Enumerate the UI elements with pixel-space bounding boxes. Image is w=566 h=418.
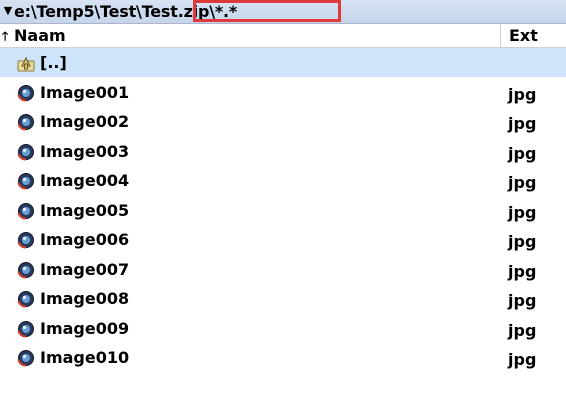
file-ext: jpg <box>508 232 537 251</box>
file-ext: jpg <box>508 173 537 192</box>
file-row[interactable]: Image002 jpg <box>0 107 566 136</box>
file-ext: jpg <box>508 144 537 163</box>
file-name: Image008 <box>40 289 130 308</box>
image-file-icon <box>17 144 34 161</box>
column-header: 🡑 Naam Ext <box>0 24 566 48</box>
file-row[interactable]: Image004 jpg <box>0 166 566 195</box>
image-file-icon <box>17 173 34 190</box>
file-ext: jpg <box>508 262 537 281</box>
image-file-icon <box>17 291 34 308</box>
file-ext: jpg <box>508 321 537 340</box>
file-row[interactable]: Image005 jpg <box>0 196 566 225</box>
file-row[interactable]: Image007 jpg <box>0 255 566 284</box>
folder-up-icon <box>17 56 35 72</box>
parent-folder-row[interactable]: [..] <box>0 48 566 77</box>
image-file-icon <box>17 232 34 249</box>
file-name: Image003 <box>40 142 130 161</box>
file-name: Image004 <box>40 171 130 190</box>
chevron-down-icon[interactable]: ▼ <box>1 3 15 19</box>
parent-folder-label: [..] <box>40 53 67 72</box>
current-path: e:\Temp5\Test\Test.zip\*.* <box>14 2 238 21</box>
file-name: Image001 <box>40 83 130 102</box>
file-name: Image010 <box>40 348 130 367</box>
column-divider[interactable] <box>500 24 501 47</box>
image-file-icon <box>17 262 34 279</box>
file-row[interactable]: Image010 jpg <box>0 343 566 372</box>
file-ext: jpg <box>508 114 537 133</box>
file-row[interactable]: Image009 jpg <box>0 314 566 343</box>
file-ext: jpg <box>508 350 537 369</box>
file-ext: jpg <box>508 291 537 310</box>
sort-up-arrow-icon: 🡑 <box>2 29 9 43</box>
file-row[interactable]: Image003 jpg <box>0 137 566 166</box>
column-ext-header[interactable]: Ext <box>509 26 538 46</box>
file-row[interactable]: Image006 jpg <box>0 225 566 254</box>
column-name-header[interactable]: Naam <box>14 26 66 46</box>
image-file-icon <box>17 350 34 367</box>
path-bar[interactable]: ▼ e:\Temp5\Test\Test.zip\*.* <box>0 0 566 24</box>
file-name: Image009 <box>40 319 130 338</box>
file-row[interactable]: Image008 jpg <box>0 284 566 313</box>
file-name: Image006 <box>40 230 130 249</box>
file-ext: jpg <box>508 85 537 104</box>
file-name: Image005 <box>40 201 130 220</box>
image-file-icon <box>17 114 34 131</box>
image-file-icon <box>17 321 34 338</box>
file-name: Image007 <box>40 260 130 279</box>
file-name: Image002 <box>40 112 130 131</box>
file-ext: jpg <box>508 203 537 222</box>
image-file-icon <box>17 85 34 102</box>
image-file-icon <box>17 203 34 220</box>
file-row[interactable]: Image001 jpg <box>0 78 566 107</box>
